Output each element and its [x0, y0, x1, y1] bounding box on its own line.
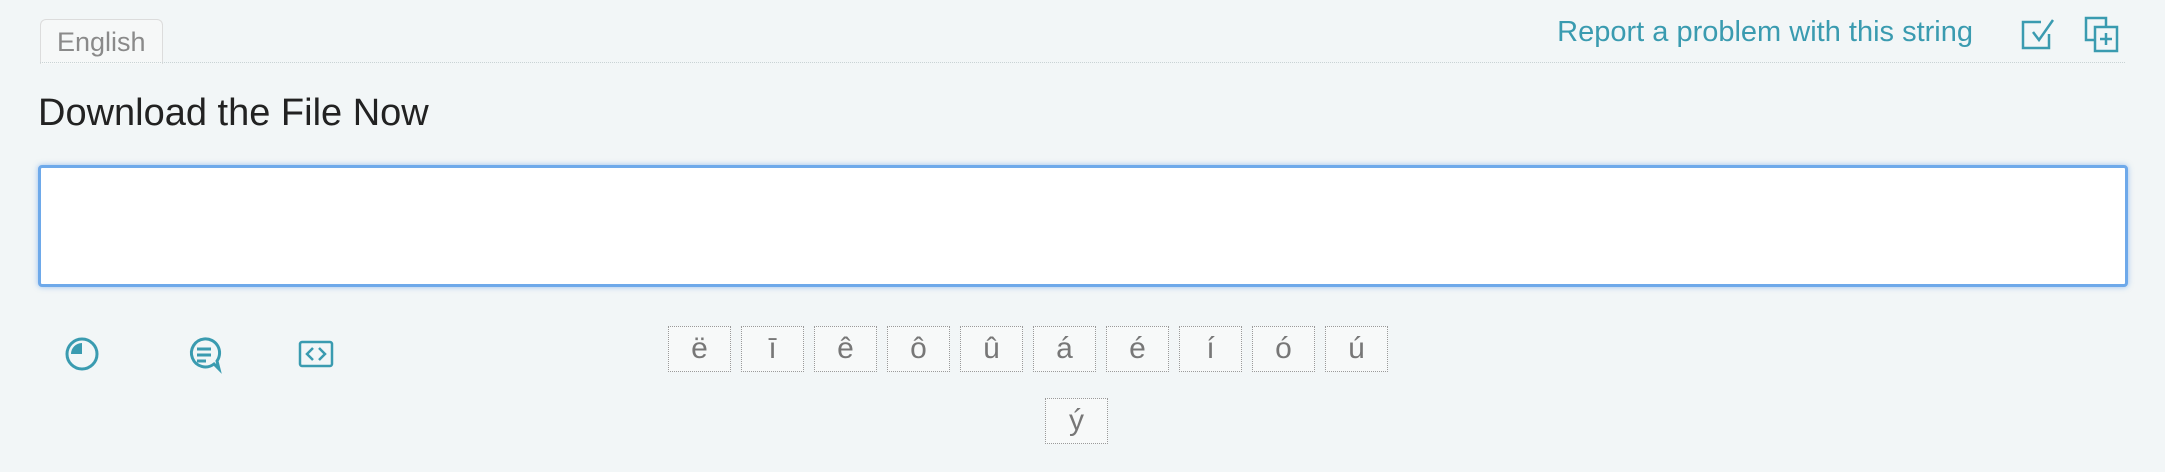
- history-icon[interactable]: [62, 334, 102, 374]
- translation-input[interactable]: [38, 165, 2128, 287]
- char-button-i-acute[interactable]: í: [1179, 326, 1242, 372]
- comment-icon[interactable]: [184, 334, 224, 374]
- char-button-e-circumflex[interactable]: ê: [814, 326, 877, 372]
- copy-source-icon[interactable]: [2083, 14, 2121, 54]
- char-button-e-acute[interactable]: é: [1106, 326, 1169, 372]
- tab-divider: [40, 62, 2125, 63]
- char-button-u-circumflex[interactable]: û: [960, 326, 1023, 372]
- source-language-tab[interactable]: English: [40, 19, 163, 64]
- translation-panel: English Report a problem with this strin…: [0, 0, 2165, 472]
- source-string: Download the File Now: [38, 92, 429, 134]
- char-button-y-acute[interactable]: ý: [1045, 398, 1108, 444]
- report-problem-icon[interactable]: [2019, 14, 2057, 54]
- code-brackets-icon[interactable]: [296, 334, 336, 374]
- special-characters-row-2: ý: [1045, 398, 1108, 444]
- report-problem-link[interactable]: Report a problem with this string: [1557, 16, 1973, 49]
- char-button-a-acute[interactable]: á: [1033, 326, 1096, 372]
- char-button-u-acute[interactable]: ú: [1325, 326, 1388, 372]
- char-button-e-diaeresis[interactable]: ë: [668, 326, 731, 372]
- char-button-o-acute[interactable]: ó: [1252, 326, 1315, 372]
- char-button-o-circumflex[interactable]: ô: [887, 326, 950, 372]
- char-button-i-macron[interactable]: ī: [741, 326, 804, 372]
- special-characters-row: ë ī ê ô û á é í ó ú: [668, 326, 1388, 372]
